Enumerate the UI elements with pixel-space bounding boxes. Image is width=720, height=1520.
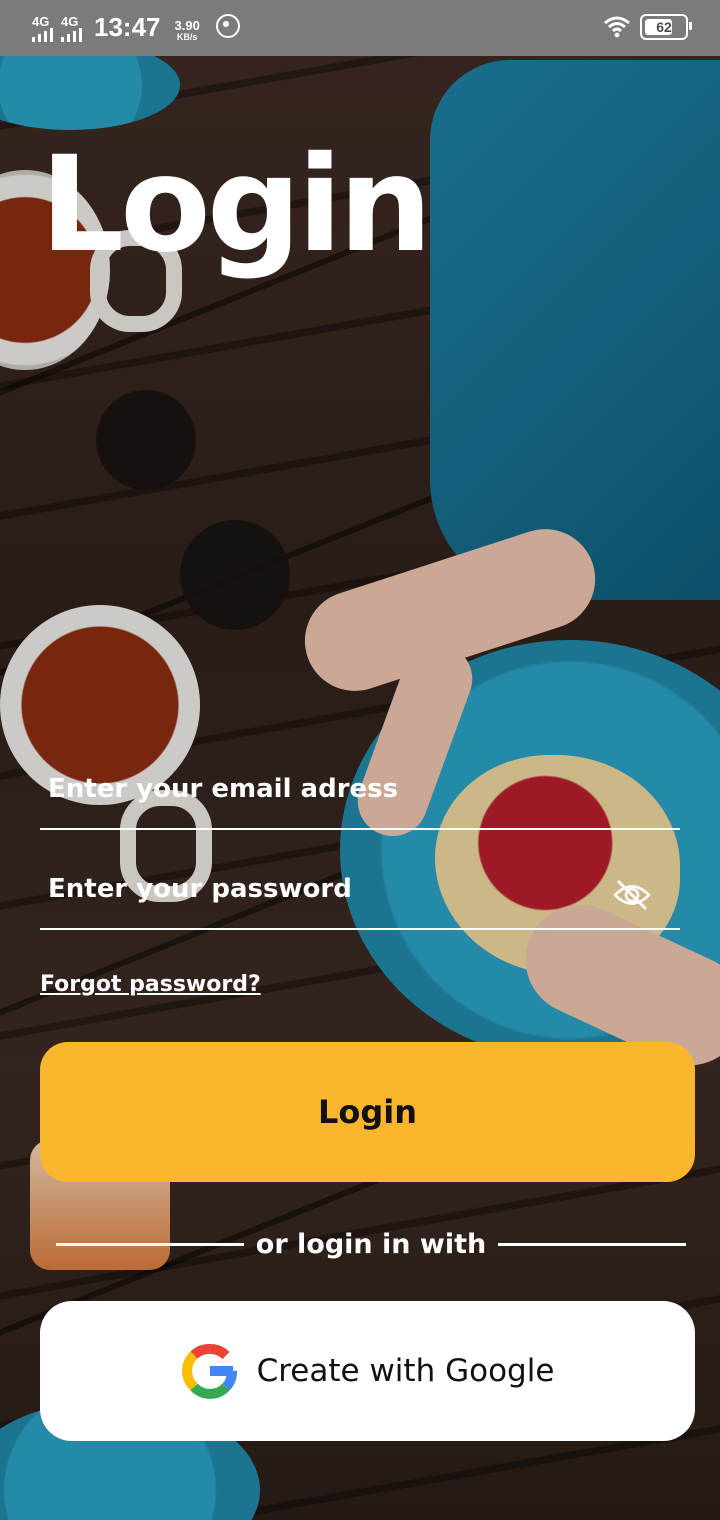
clock: 13:47 — [94, 12, 161, 42]
page-title: Login — [40, 128, 433, 282]
battery-icon: 62 — [640, 14, 692, 40]
divider-line-left — [56, 1242, 244, 1246]
divider-line-right — [498, 1242, 687, 1246]
forgot-password-link[interactable]: Forgot password? — [40, 972, 261, 997]
login-button[interactable]: Login — [40, 1042, 695, 1182]
battery-level: 62 — [656, 19, 672, 35]
email-field[interactable]: Enter your email adress — [40, 748, 684, 830]
login-screen: 4G 4G 13:47 3.90 KB/s 62 Login Enter you… — [0, 0, 720, 1520]
status-bar: 4G 4G 13:47 3.90 KB/s 62 — [0, 0, 720, 56]
signal-icon: 4G — [32, 15, 53, 42]
network-speed: 3.90 KB/s — [175, 19, 200, 42]
login-button-label: Login — [317, 1093, 418, 1131]
email-input[interactable] — [40, 748, 684, 830]
speed-unit: KB/s — [176, 32, 198, 42]
whatsapp-icon — [215, 14, 240, 38]
password-field[interactable]: Enter your password — [40, 848, 684, 930]
signal-icon-2: 4G — [61, 15, 82, 42]
password-input[interactable] — [40, 848, 684, 930]
or-divider: or login in with — [56, 1222, 687, 1266]
eye-off-icon[interactable] — [612, 878, 652, 912]
google-button-label: Create with Google — [256, 1353, 555, 1389]
network-label-2: 4G — [61, 14, 79, 29]
google-sign-in-button[interactable]: Create with Google — [40, 1301, 695, 1441]
network-label-1: 4G — [32, 14, 50, 29]
wifi-icon — [604, 16, 630, 38]
google-icon — [181, 1342, 239, 1400]
divider-text: or login in with — [255, 1228, 487, 1260]
speed-value: 3.90 — [174, 18, 200, 33]
